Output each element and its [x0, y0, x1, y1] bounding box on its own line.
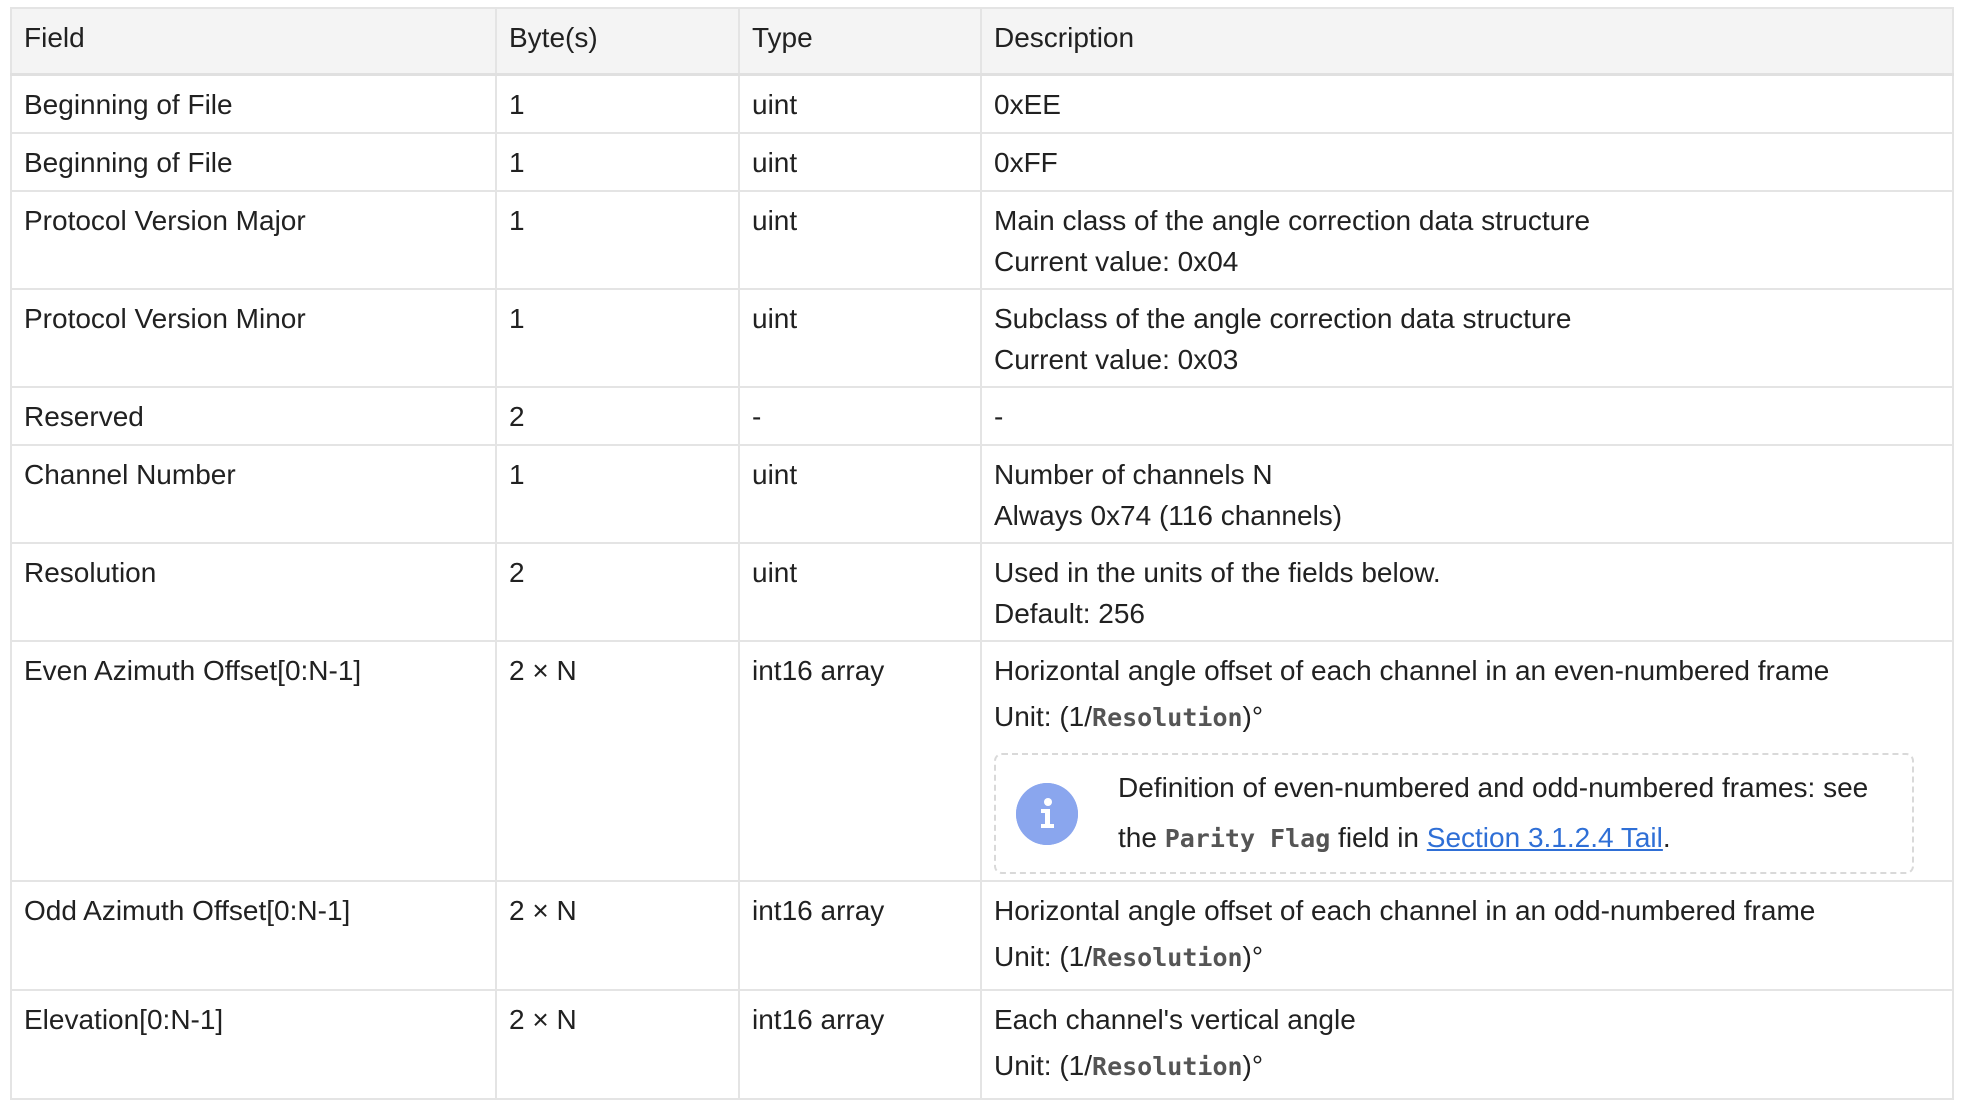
type-cell: int16 array [738, 880, 982, 991]
table-row: Channel Number 1 uint Number of channels… [10, 444, 1954, 544]
bytes-cell: 1 [495, 444, 740, 544]
info-note: Definition of even-numbered and odd-numb… [994, 753, 1914, 874]
unit-suffix: )° [1242, 1050, 1264, 1081]
table-body: Beginning of File 1 uint 0xEE Beginning … [10, 73, 1954, 1100]
note-code: Parity Flag [1164, 824, 1331, 853]
description-cell: 0xEE [980, 73, 1954, 134]
description-line: Main class of the angle correction data … [994, 205, 1591, 236]
description-line: Used in the units of the fields below. [994, 557, 1441, 588]
description-cell: Horizontal angle offset of each channel … [980, 640, 1954, 882]
table-row: Protocol Version Minor 1 uint Subclass o… [10, 288, 1954, 388]
description-line: Horizontal angle offset of each channel … [994, 895, 1816, 926]
description-line: Current value: 0x04 [994, 246, 1239, 277]
bytes-cell: 1 [495, 288, 740, 388]
description-line: 0xFF [994, 147, 1058, 178]
unit-code: Resolution [1092, 943, 1243, 972]
bytes-cell: 1 [495, 132, 740, 192]
description-cell: Main class of the angle correction data … [980, 190, 1954, 290]
unit-code: Resolution [1092, 703, 1243, 732]
description-line: Always 0x74 (116 channels) [994, 500, 1343, 531]
table-row: Reserved 2 - - [10, 386, 1954, 446]
bytes-cell: 2 × N [495, 880, 740, 991]
note-text-after: . [1662, 822, 1671, 853]
bytes-cell: 1 [495, 73, 740, 134]
description-cell: Number of channels N Always 0x74 (116 ch… [980, 444, 1954, 544]
description-cell: Each channel's vertical angle Unit: (1/R… [980, 989, 1954, 1100]
field-cell: Resolution [10, 542, 497, 642]
field-cell: Odd Azimuth Offset[0:N-1] [10, 880, 497, 991]
description-line: Number of channels N [994, 459, 1273, 490]
header-bytes: Byte(s) [495, 7, 740, 76]
description-cell: Subclass of the angle correction data st… [980, 288, 1954, 388]
description-line: Horizontal angle offset of each channel … [994, 655, 1830, 686]
bytes-cell: 1 [495, 190, 740, 290]
header-row: Field Byte(s) Type Description [10, 7, 1954, 76]
field-cell: Beginning of File [10, 132, 497, 192]
type-cell: uint [738, 73, 982, 134]
type-cell: int16 array [738, 640, 982, 882]
description-line: Current value: 0x03 [994, 344, 1239, 375]
type-cell: uint [738, 288, 982, 388]
description-line: - [994, 401, 1004, 432]
angle-correction-table: Field Byte(s) Type Description Beginning… [10, 7, 1954, 1100]
field-cell: Protocol Version Minor [10, 288, 497, 388]
field-cell: Even Azimuth Offset[0:N-1] [10, 640, 497, 882]
field-cell: Channel Number [10, 444, 497, 544]
field-cell: Elevation[0:N-1] [10, 989, 497, 1100]
description-cell: 0xFF [980, 132, 1954, 192]
table-row: Protocol Version Major 1 uint Main class… [10, 190, 1954, 290]
description-cell: Used in the units of the fields below. D… [980, 542, 1954, 642]
note-text-middle: field in [1330, 822, 1427, 853]
description-cell: Horizontal angle offset of each channel … [980, 880, 1954, 991]
table-row: Beginning of File 1 uint 0xFF [10, 132, 1954, 192]
header-description: Description [980, 7, 1954, 76]
unit-prefix: Unit: (1/ [994, 701, 1093, 732]
table-row: Odd Azimuth Offset[0:N-1] 2 × N int16 ar… [10, 880, 1954, 991]
table-row: Beginning of File 1 uint 0xEE [10, 73, 1954, 134]
unit-line: Unit: (1/Resolution)° [994, 932, 1940, 983]
info-note-text: Definition of even-numbered and odd-numb… [1118, 763, 1898, 864]
field-cell: Protocol Version Major [10, 190, 497, 290]
type-cell: uint [738, 132, 982, 192]
type-cell: uint [738, 444, 982, 544]
field-cell: Reserved [10, 386, 497, 446]
type-cell: int16 array [738, 989, 982, 1100]
table-row: Even Azimuth Offset[0:N-1] 2 × N int16 a… [10, 640, 1954, 882]
header-field: Field [10, 7, 497, 76]
section-link[interactable]: Section 3.1.2.4 Tail [1427, 822, 1663, 853]
description-line: 0xEE [994, 89, 1061, 120]
unit-line: Unit: (1/Resolution)° [994, 1041, 1940, 1092]
description-line: Default: 256 [994, 598, 1145, 629]
info-glyph [1016, 782, 1078, 845]
unit-line: Unit: (1/Resolution)° [994, 692, 1940, 743]
unit-suffix: )° [1242, 701, 1264, 732]
type-cell: uint [738, 190, 982, 290]
header-type: Type [738, 7, 982, 76]
bytes-cell: 2 × N [495, 640, 740, 882]
unit-suffix: )° [1242, 941, 1264, 972]
description-line: Each channel's vertical angle [994, 1004, 1356, 1035]
type-cell: uint [738, 542, 982, 642]
table-row: Elevation[0:N-1] 2 × N int16 array Each … [10, 989, 1954, 1100]
unit-prefix: Unit: (1/ [994, 1050, 1093, 1081]
document-body: Field Byte(s) Type Description Beginning… [10, 7, 1954, 1100]
type-cell: - [738, 386, 982, 446]
unit-prefix: Unit: (1/ [994, 941, 1093, 972]
description-cell: - [980, 386, 1954, 446]
table-row: Resolution 2 uint Used in the units of t… [10, 542, 1954, 642]
info-icon [1016, 782, 1078, 845]
table-header: Field Byte(s) Type Description [10, 7, 1954, 76]
description-line: Subclass of the angle correction data st… [994, 303, 1572, 334]
unit-code: Resolution [1092, 1052, 1243, 1081]
bytes-cell: 2 [495, 542, 740, 642]
bytes-cell: 2 [495, 386, 740, 446]
bytes-cell: 2 × N [495, 989, 740, 1100]
field-cell: Beginning of File [10, 73, 497, 134]
